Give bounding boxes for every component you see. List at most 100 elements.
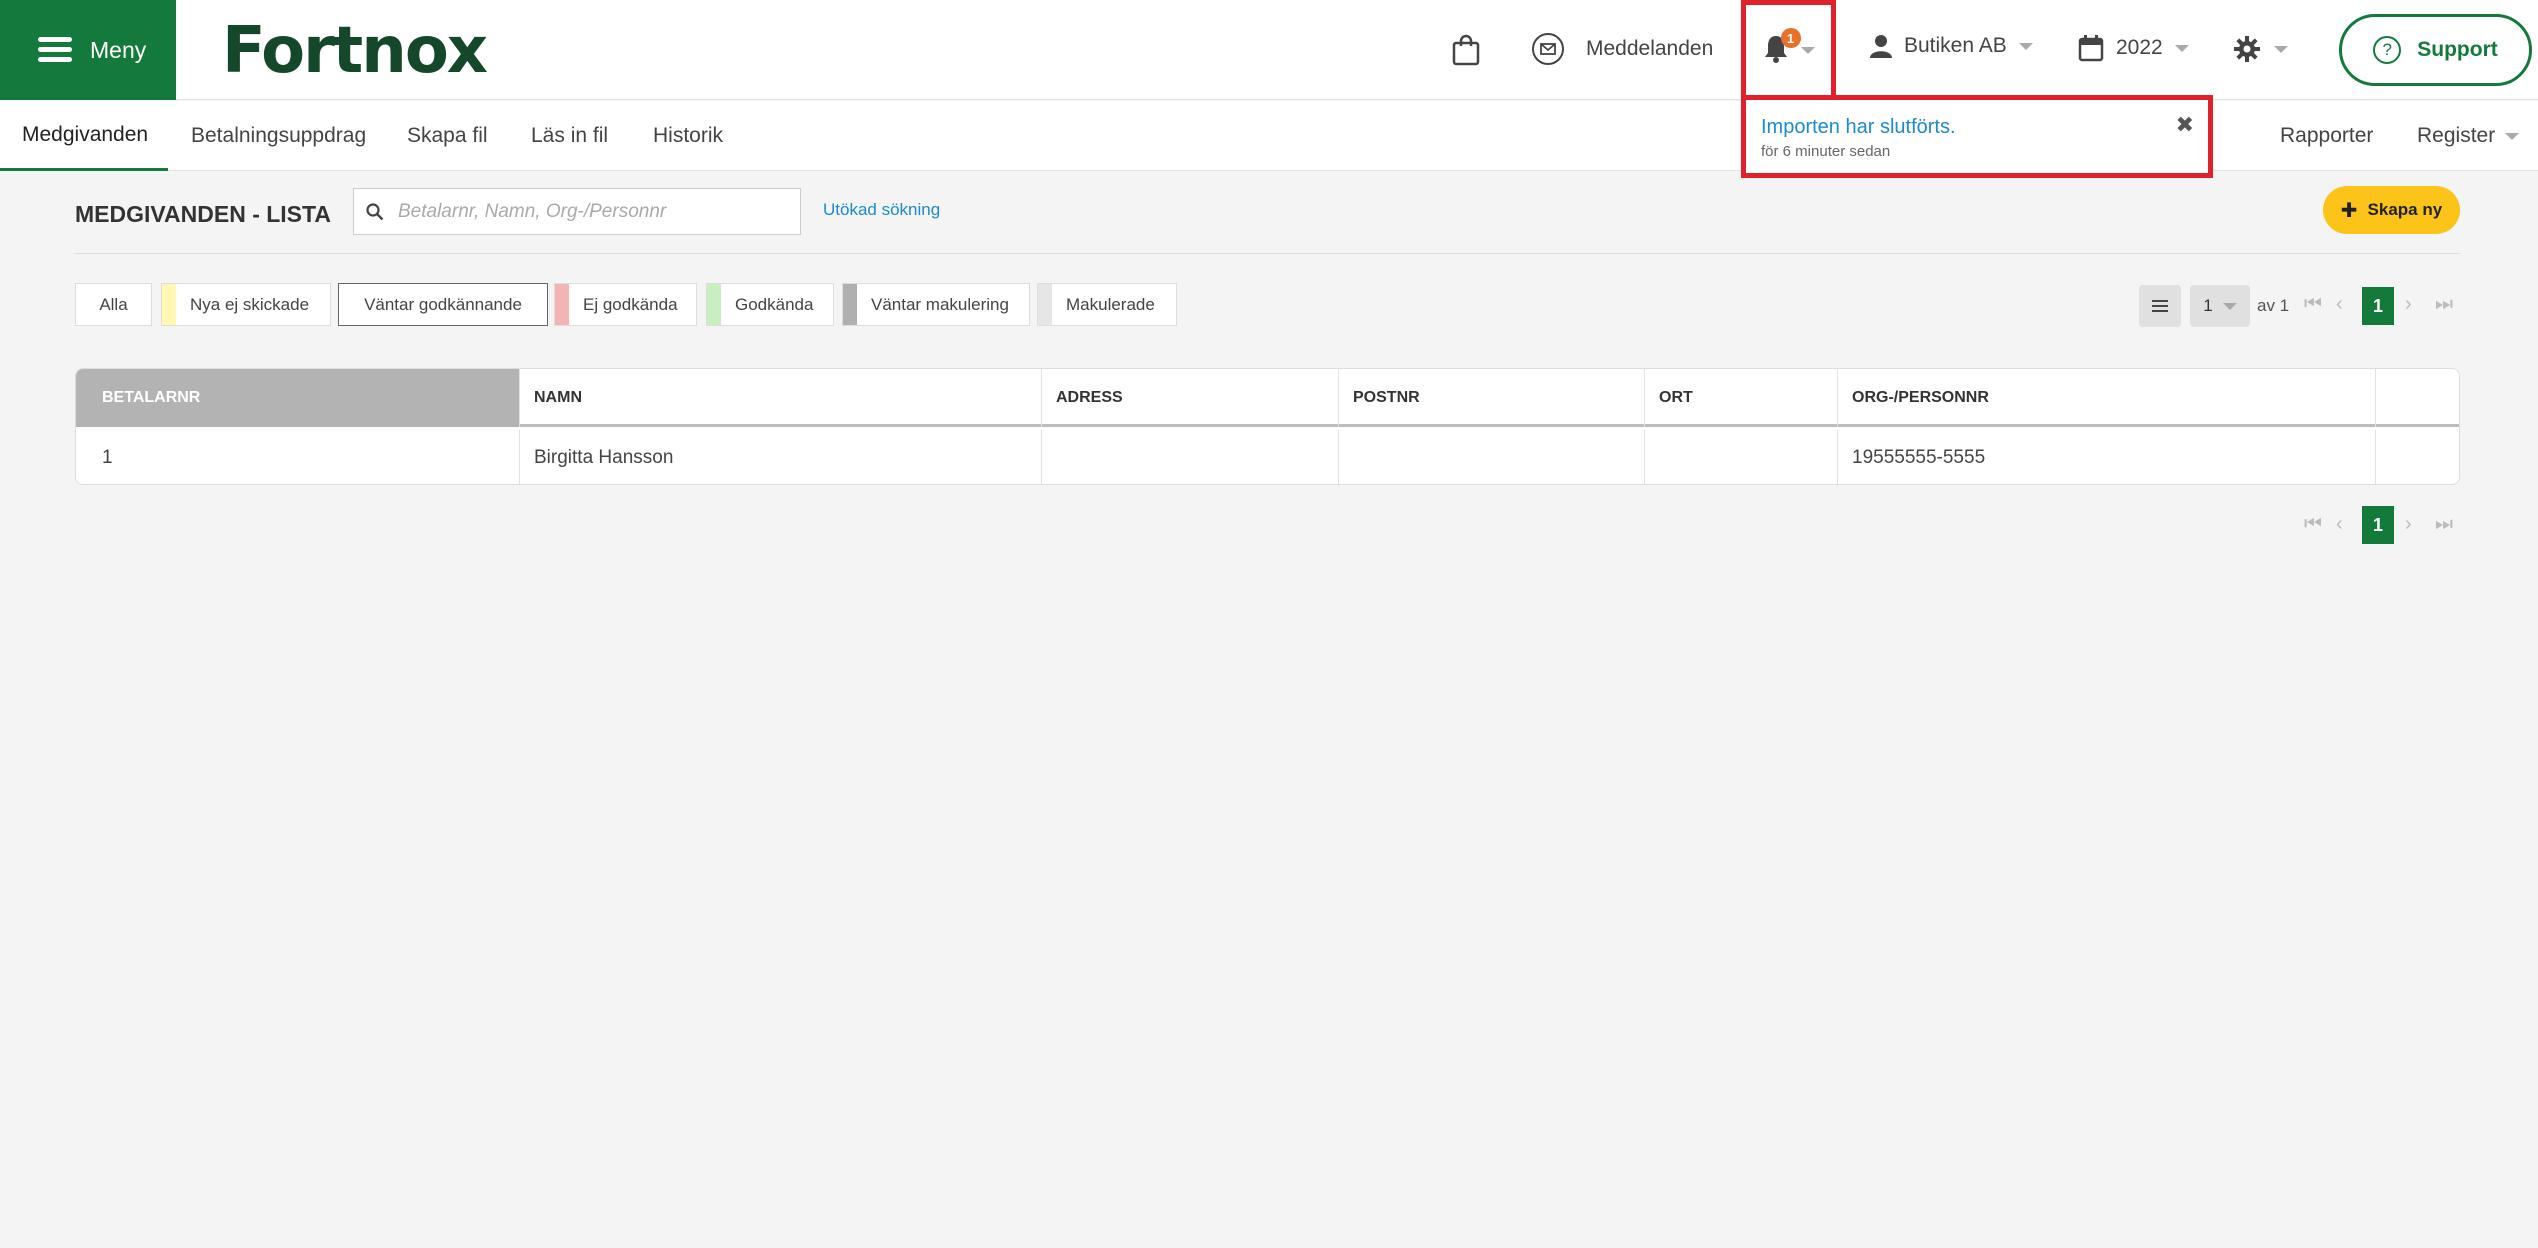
- current-page-button[interactable]: 1: [2362, 506, 2394, 544]
- tab-medgivanden[interactable]: Medgivanden: [0, 101, 168, 171]
- notification-count-badge: 1: [1780, 28, 1801, 48]
- filter-awaiting-approval[interactable]: Väntar godkännande: [338, 283, 548, 326]
- cell-adress: [1042, 430, 1339, 484]
- envelope-icon: [1532, 33, 1564, 65]
- search-box: [353, 188, 801, 235]
- close-icon[interactable]: ✖: [2176, 112, 2194, 138]
- tab-label: Rapporter: [2280, 124, 2374, 147]
- status-swatch: [162, 284, 176, 325]
- filter-awaiting-cancellation[interactable]: Väntar makulering: [842, 283, 1030, 326]
- filter-label: Nya ej skickade: [190, 294, 310, 314]
- column-header-ort[interactable]: ORT: [1645, 369, 1838, 427]
- messages-button[interactable]: Meddelanden: [1532, 33, 1713, 65]
- cell-namn: Birgitta Hansson: [520, 430, 1042, 484]
- column-header-actions: [2376, 369, 2459, 427]
- status-swatch: [707, 284, 721, 325]
- notifications-button[interactable]: 1: [1741, 0, 1836, 100]
- current-page-button[interactable]: 1: [2362, 287, 2394, 325]
- tab-historik[interactable]: Historik: [653, 101, 723, 171]
- top-bar: Meny Fortnox Meddelanden 1 Butiken AB 20…: [0, 0, 2538, 100]
- shopping-bag-icon[interactable]: [1452, 34, 1480, 71]
- filter-approved[interactable]: Godkända: [706, 283, 834, 326]
- create-new-button[interactable]: ✚ Skapa ny: [2323, 186, 2460, 234]
- notification-title-link[interactable]: Importen har slutförts.: [1761, 116, 2208, 139]
- last-page-icon[interactable]: ⏭: [2435, 513, 2453, 536]
- tab-label: Läs in fil: [531, 124, 609, 147]
- register-dropdown[interactable]: Register: [2417, 101, 2520, 171]
- status-swatch: [843, 284, 857, 325]
- chevron-down-icon: [2018, 42, 2033, 50]
- support-button[interactable]: ? Support: [2339, 14, 2532, 86]
- filter-not-approved[interactable]: Ej godkända: [554, 283, 697, 326]
- chevron-down-icon: [2174, 44, 2189, 52]
- chevron-down-icon: [1800, 46, 1815, 54]
- filter-label: Makulerade: [1066, 294, 1155, 314]
- gear-icon: [2234, 36, 2260, 62]
- mandates-table: BETALARNR NAMN ADRESS POSTNR ORT ORG-/PE…: [75, 368, 2460, 485]
- table-header: BETALARNR NAMN ADRESS POSTNR ORT ORG-/PE…: [76, 369, 2459, 427]
- tab-betalningsuppdrag[interactable]: Betalningsuppdrag: [191, 101, 366, 171]
- fortnox-logo[interactable]: Fortnox: [222, 18, 488, 84]
- menu-button[interactable]: Meny: [0, 0, 176, 100]
- cell-actions: [2376, 430, 2459, 484]
- table-row[interactable]: 1 Birgitta Hansson 19555555-5555: [76, 430, 2459, 484]
- fiscal-year: 2022: [2116, 36, 2163, 59]
- next-page-icon[interactable]: ›: [2405, 293, 2412, 316]
- column-header-namn[interactable]: NAMN: [520, 369, 1042, 427]
- previous-page-icon[interactable]: ‹: [2336, 293, 2343, 316]
- company-name: Butiken AB: [1904, 34, 2007, 57]
- status-swatch: [1038, 284, 1052, 325]
- column-header-adress[interactable]: ADRESS: [1042, 369, 1339, 427]
- tab-label: Historik: [653, 124, 724, 147]
- next-page-icon[interactable]: ›: [2405, 513, 2412, 536]
- user-icon: [1870, 35, 1892, 58]
- advanced-search-link[interactable]: Utökad sökning: [823, 200, 940, 220]
- fiscal-year-dropdown[interactable]: 2022: [2078, 34, 2189, 62]
- notification-time: för 6 minuter sedan: [1761, 143, 1891, 160]
- search-input[interactable]: [398, 200, 778, 223]
- list-view-button[interactable]: [2139, 285, 2181, 327]
- cell-org-personnr: 19555555-5555: [1838, 430, 2376, 484]
- filter-label: Väntar makulering: [871, 294, 1009, 314]
- company-dropdown[interactable]: Butiken AB: [1870, 34, 2033, 58]
- cell-betalarnr: 1: [76, 430, 520, 484]
- column-header-betalarnr[interactable]: BETALARNR: [76, 369, 520, 427]
- tab-rapporter[interactable]: Rapporter: [2280, 101, 2373, 171]
- filter-new-not-sent[interactable]: Nya ej skickade: [161, 283, 331, 326]
- tab-label: Betalningsuppdrag: [191, 124, 367, 147]
- chevron-down-icon: [2505, 132, 2520, 140]
- notification-popup: Importen har slutförts. för 6 minuter se…: [1741, 95, 2213, 178]
- support-label: Support: [2417, 38, 2498, 61]
- previous-page-icon[interactable]: ‹: [2336, 513, 2343, 536]
- first-page-icon[interactable]: ⏮: [2304, 293, 2322, 316]
- tab-las-in-fil[interactable]: Läs in fil: [531, 101, 608, 171]
- column-header-org-personnr[interactable]: ORG-/PERSONNR: [1838, 369, 2376, 427]
- settings-dropdown[interactable]: [2234, 36, 2288, 62]
- first-page-icon[interactable]: ⏮: [2304, 513, 2322, 536]
- hamburger-icon: [38, 37, 72, 63]
- plus-icon: ✚: [2340, 199, 2358, 222]
- tab-skapa-fil[interactable]: Skapa fil: [407, 101, 488, 171]
- page-title: MEDGIVANDEN - LISTA: [75, 201, 331, 227]
- filter-label: Godkända: [735, 294, 814, 314]
- messages-label: Meddelanden: [1586, 37, 1714, 60]
- divider: [75, 253, 2460, 254]
- column-header-postnr[interactable]: POSTNR: [1339, 369, 1645, 427]
- tab-label: Medgivanden: [22, 122, 149, 146]
- last-page-icon[interactable]: ⏭: [2435, 293, 2453, 316]
- status-swatch: [555, 284, 569, 325]
- bell-icon: 1: [1763, 28, 1801, 66]
- filter-label: Väntar godkännande: [364, 294, 522, 314]
- calendar-icon: [2078, 35, 2104, 62]
- filter-cancelled[interactable]: Makulerade: [1037, 283, 1177, 326]
- filter-all[interactable]: Alla: [75, 283, 152, 326]
- menu-label: Meny: [90, 36, 147, 63]
- list-icon: [2152, 300, 2168, 312]
- cell-postnr: [1339, 430, 1645, 484]
- chevron-down-icon: [2222, 302, 2237, 310]
- tab-label: Register: [2417, 124, 2496, 147]
- page-count: av 1: [2257, 296, 2290, 315]
- page-select[interactable]: 1: [2190, 285, 2250, 327]
- create-new-label: Skapa ny: [2367, 200, 2443, 219]
- chevron-down-icon: [2274, 45, 2288, 53]
